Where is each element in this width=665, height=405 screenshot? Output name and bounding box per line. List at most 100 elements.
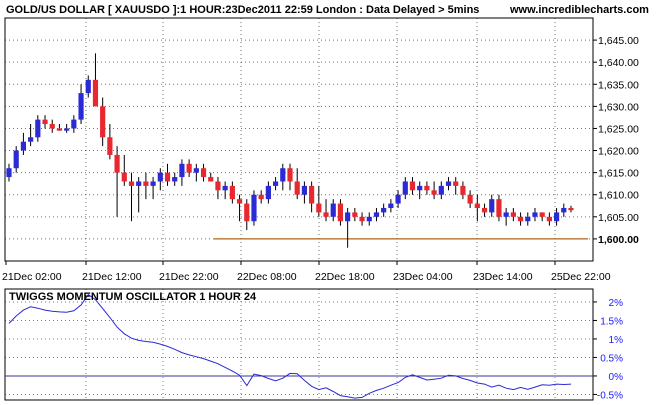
- oscillator-tick-label: 2%: [609, 298, 624, 309]
- candle-body-down: [92, 79, 99, 107]
- oscillator-tick-label: 1%: [609, 335, 624, 346]
- candle-body-up: [85, 79, 91, 94]
- candle-body-down: [539, 212, 545, 217]
- candle-body-up: [525, 216, 531, 222]
- candle-body-up: [20, 141, 27, 151]
- candle-body-down: [510, 212, 516, 217]
- candle-body-up: [28, 137, 34, 142]
- candle-body-up: [532, 212, 538, 217]
- candle-body-up: [438, 185, 444, 195]
- candle-body-down: [517, 216, 524, 222]
- candle-body-down: [409, 181, 416, 191]
- time-tick-label: 21Dec 02:00: [2, 271, 62, 283]
- candle-body-down: [114, 154, 120, 173]
- candle-body-up: [402, 181, 408, 195]
- candle-body-down: [453, 181, 459, 186]
- candle-body-up: [445, 181, 452, 186]
- candle-body-down: [49, 124, 55, 129]
- candle-body-down: [337, 203, 344, 222]
- candle-body-up: [157, 172, 163, 182]
- candle-body-down: [100, 106, 106, 138]
- oscillator-tick-label: 1.5%: [600, 316, 623, 327]
- candle-body-down: [107, 137, 113, 155]
- time-tick-label: 25Dec 22:00: [551, 271, 611, 283]
- candle-body-up: [417, 185, 423, 191]
- candle-body-down: [121, 172, 127, 182]
- candle-body-up: [272, 181, 279, 186]
- price-tick-label: 1,615.00: [598, 168, 639, 180]
- candle-body-down: [424, 185, 430, 191]
- candle-body-up: [265, 185, 271, 200]
- candle-body-down: [294, 181, 300, 195]
- candle-body-up: [561, 207, 567, 213]
- price-tick-label: 1,605.00: [598, 212, 639, 224]
- price-chart: 1,600.00 1,605.00 1,610.00 1,615.00 1,620.00…: [0, 0, 665, 405]
- candle-body-up: [366, 216, 372, 222]
- candle-body-up: [150, 181, 156, 186]
- candle-body-down: [352, 212, 358, 217]
- candle-body-up: [388, 203, 394, 208]
- time-tick-label: 21Dec 22:00: [159, 271, 219, 283]
- candle-body-up: [64, 128, 70, 131]
- candle-body-down: [546, 216, 552, 222]
- candle-body-up: [13, 150, 19, 169]
- candle-body-down: [460, 185, 466, 195]
- candle-body-down: [208, 177, 214, 182]
- candle-body-up: [193, 168, 199, 173]
- candle-body-up: [71, 119, 77, 129]
- candle-body-down: [244, 203, 250, 222]
- oscillator-tick-label: -0.5%: [597, 390, 623, 401]
- candle-body-up: [251, 194, 257, 222]
- candle-body-down: [200, 168, 207, 178]
- time-tick-label: 22Dec 08:00: [237, 271, 297, 283]
- price-tick-label: 1,625.00: [598, 123, 639, 135]
- chart-background: [0, 0, 665, 405]
- candle-body-up: [489, 199, 495, 213]
- candle-body-up: [503, 212, 509, 217]
- oscillator-tick-label: 0%: [609, 372, 624, 383]
- oscillator-tick-label: 0.5%: [600, 353, 623, 364]
- candle-body-up: [301, 185, 308, 195]
- candle-body-down: [236, 199, 243, 204]
- oscillator-title: TWIGGS MOMENTUM OSCILLATOR 1 HOUR 24: [9, 291, 257, 303]
- candle-body-down: [316, 203, 322, 213]
- candle-body-down: [287, 168, 293, 182]
- candle-body-down: [323, 212, 329, 217]
- candle-body-down: [143, 181, 149, 186]
- candle-body-up: [381, 207, 387, 213]
- candle-body-down: [215, 181, 221, 191]
- chart-title: GOLD/US DOLLAR [ XAUUSDO ]:1 HOUR:23Dec2…: [6, 4, 479, 16]
- candle-body-down: [467, 194, 473, 204]
- price-tick-label: 1,635.00: [598, 79, 639, 91]
- candle-body-down: [186, 163, 192, 173]
- candle-body-down: [229, 185, 235, 200]
- candle-body-up: [78, 93, 84, 120]
- candle-body-down: [481, 207, 488, 213]
- time-tick-label: 22Dec 18:00: [315, 271, 375, 283]
- candle-body-down: [258, 194, 264, 200]
- candle-body-down: [496, 199, 502, 217]
- price-tick-label: 1,630.00: [598, 101, 639, 113]
- candle-body-down: [474, 203, 480, 208]
- candle-body-down: [309, 185, 315, 204]
- time-tick-label: 23Dec 14:00: [473, 271, 533, 283]
- candle-body-up: [222, 185, 228, 191]
- candle-body-down: [56, 128, 63, 131]
- price-tick-label: 1,645.00: [598, 35, 639, 47]
- candle-body-down: [568, 207, 574, 211]
- candle-body-down: [128, 181, 135, 186]
- candle-body-up: [136, 181, 142, 186]
- price-tick-label: 1,620.00: [598, 146, 639, 158]
- candle-body-up: [179, 163, 185, 178]
- time-tick-label: 23Dec 04:00: [393, 271, 453, 283]
- candle-body-up: [395, 194, 401, 204]
- price-tick-label: 1,610.00: [598, 190, 639, 202]
- price-tick-label: 1,600.00: [598, 234, 639, 246]
- candle-body-up: [373, 212, 380, 217]
- time-tick-label: 21Dec 12:00: [82, 271, 142, 283]
- site-watermark[interactable]: www.incrediblecharts.com: [509, 4, 649, 16]
- candle-body-up: [330, 203, 336, 217]
- price-tick-label: 1,640.00: [598, 57, 639, 69]
- candle-body-down: [164, 172, 171, 182]
- candle-body-down: [359, 216, 365, 222]
